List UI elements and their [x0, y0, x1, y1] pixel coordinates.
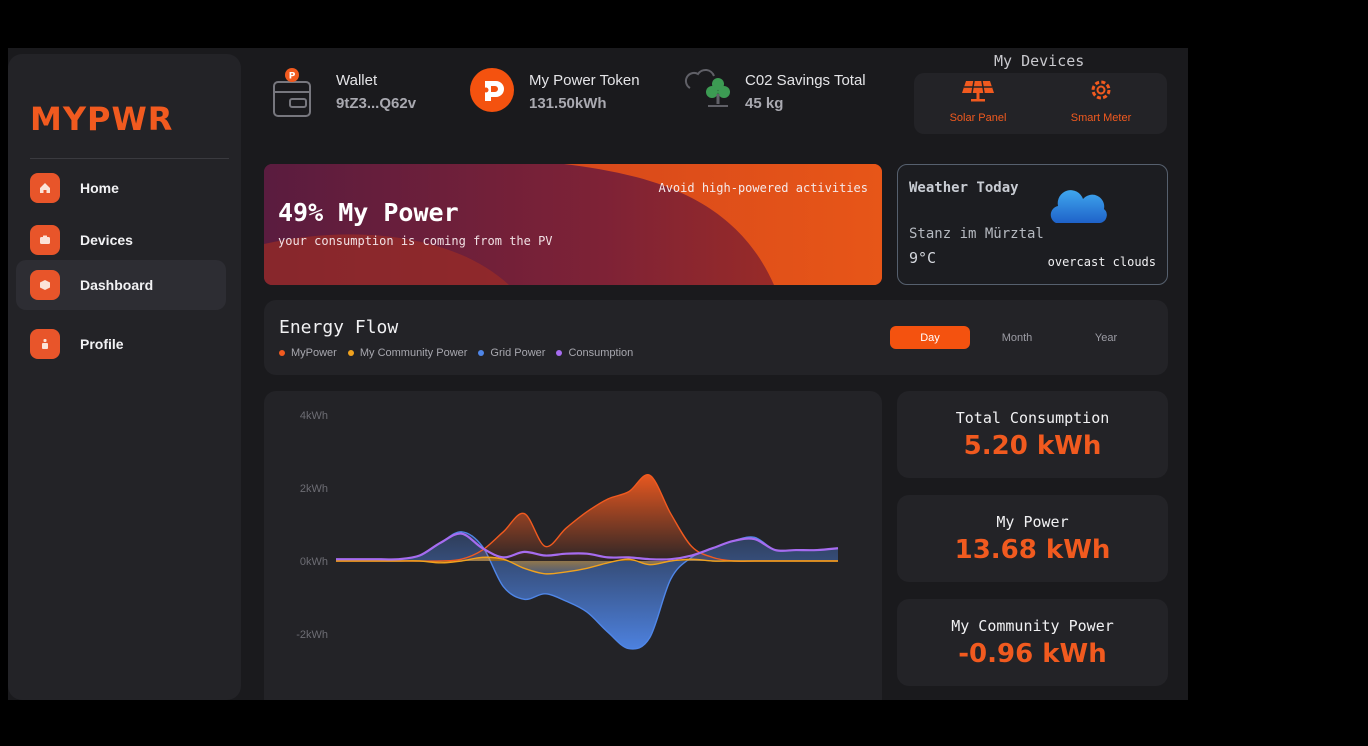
- wallet-summary[interactable]: P Wallet 9tZ3...Q62v: [272, 66, 452, 126]
- legend-item-community-power: My Community Power: [347, 347, 468, 359]
- y-tick-label: 0kWh: [300, 556, 328, 568]
- dashboard-icon: [30, 270, 60, 300]
- stat-label: Total Consumption: [955, 409, 1110, 427]
- stat-total-consumption: Total Consumption 5.20 kWh: [897, 391, 1168, 478]
- device-solar-panel[interactable]: Solar Panel: [928, 77, 1028, 124]
- weather-location: Stanz im Mürztal: [909, 226, 1044, 242]
- stat-value: 13.68 kWh: [954, 535, 1111, 565]
- chart-svg: 4kWh 2kWh 0kWh -2kWh: [296, 410, 839, 650]
- svg-text:P: P: [289, 72, 296, 82]
- range-day-button[interactable]: Day: [890, 326, 970, 349]
- sidebar-item-profile[interactable]: Profile: [16, 319, 226, 369]
- range-year-button[interactable]: Year: [1066, 326, 1146, 349]
- devices-panel: Solar Panel Smart Meter: [914, 73, 1167, 134]
- power-token-label: My Power Token: [529, 72, 640, 89]
- sidebar-item-label: Devices: [80, 232, 133, 248]
- logo: MYPWR: [30, 100, 174, 138]
- home-icon: [30, 173, 60, 203]
- banner-title: 49% My Power: [278, 198, 459, 227]
- stat-value: -0.96 kWh: [958, 639, 1107, 669]
- power-token-value: 131.50kWh: [529, 95, 607, 112]
- y-tick-label: 2kWh: [300, 483, 328, 495]
- weather-temperature: 9°C: [909, 249, 937, 267]
- solar-panel-icon: [960, 80, 996, 107]
- device-label: Solar Panel: [949, 112, 1007, 124]
- y-tick-label: 4kWh: [300, 410, 328, 422]
- energy-flow-title: Energy Flow: [279, 317, 399, 338]
- legend-swatch: [279, 350, 285, 356]
- legend-swatch: [347, 350, 354, 356]
- wallet-address: 9tZ3...Q62v: [336, 95, 417, 112]
- sidebar-item-home[interactable]: Home: [16, 163, 226, 213]
- co2-label: C02 Savings Total: [745, 72, 866, 89]
- y-tick-label: -2kWh: [296, 629, 328, 641]
- banner-subtitle: your consumption is coming from the PV: [278, 234, 553, 248]
- energy-flow-chart: 4kWh 2kWh 0kWh -2kWh: [264, 391, 882, 700]
- power-token-icon: [470, 68, 514, 117]
- co2-tree-icon: [684, 66, 734, 119]
- wallet-label: Wallet: [336, 72, 378, 89]
- app-window: MYPWR Home Devices Dashboard Profile P W…: [8, 48, 1188, 700]
- range-month-button[interactable]: Month: [977, 326, 1057, 349]
- sidebar-item-dashboard[interactable]: Dashboard: [16, 260, 226, 310]
- stat-label: My Power: [996, 513, 1069, 531]
- stat-label: My Community Power: [951, 617, 1114, 635]
- stat-my-power: My Power 13.68 kWh: [897, 495, 1168, 582]
- chart-legend: MyPower My Community Power Grid Power Co…: [279, 347, 633, 359]
- legend-swatch: [478, 350, 485, 356]
- device-label: Smart Meter: [1070, 112, 1132, 124]
- weather-title: Weather Today: [909, 180, 1019, 196]
- stat-value: 5.20 kWh: [963, 431, 1102, 461]
- smart-meter-icon: [1088, 80, 1114, 107]
- legend-label: MyPower: [291, 347, 337, 359]
- legend-label: My Community Power: [359, 347, 468, 359]
- weather-description: overcast clouds: [1047, 255, 1156, 269]
- legend-item-mypower: MyPower: [279, 347, 337, 359]
- devices-icon: [30, 225, 60, 255]
- power-token-summary[interactable]: My Power Token 131.50kWh: [470, 66, 660, 126]
- legend-item-grid-power: Grid Power: [478, 347, 545, 359]
- sidebar-item-label: Home: [80, 180, 119, 196]
- wallet-icon: P: [272, 66, 312, 125]
- co2-summary[interactable]: C02 Savings Total 45 kg: [684, 66, 894, 126]
- co2-value: 45 kg: [745, 95, 784, 112]
- legend-label: Consumption: [568, 347, 634, 359]
- energy-flow-header: Energy Flow MyPower My Community Power G…: [264, 300, 1168, 375]
- sidebar-item-devices[interactable]: Devices: [16, 215, 226, 265]
- divider: [30, 158, 229, 159]
- power-banner: Avoid high-powered activities 49% My Pow…: [264, 164, 882, 285]
- device-smart-meter[interactable]: Smart Meter: [1051, 77, 1151, 124]
- legend-swatch: [556, 350, 563, 356]
- sidebar: MYPWR Home Devices Dashboard Profile: [8, 54, 241, 700]
- profile-icon: [30, 329, 60, 359]
- sidebar-item-label: Profile: [80, 336, 124, 352]
- sidebar-item-label: Dashboard: [80, 277, 154, 293]
- cloud-icon: [1046, 187, 1110, 232]
- legend-label: Grid Power: [490, 347, 546, 359]
- banner-note: Avoid high-powered activities: [658, 181, 868, 195]
- weather-card: Weather Today Stanz im Mürztal 9°C overc…: [897, 164, 1168, 285]
- legend-item-consumption: Consumption: [556, 347, 633, 359]
- devices-title: My Devices: [994, 52, 1085, 70]
- stat-my-community-power: My Community Power -0.96 kWh: [897, 599, 1168, 686]
